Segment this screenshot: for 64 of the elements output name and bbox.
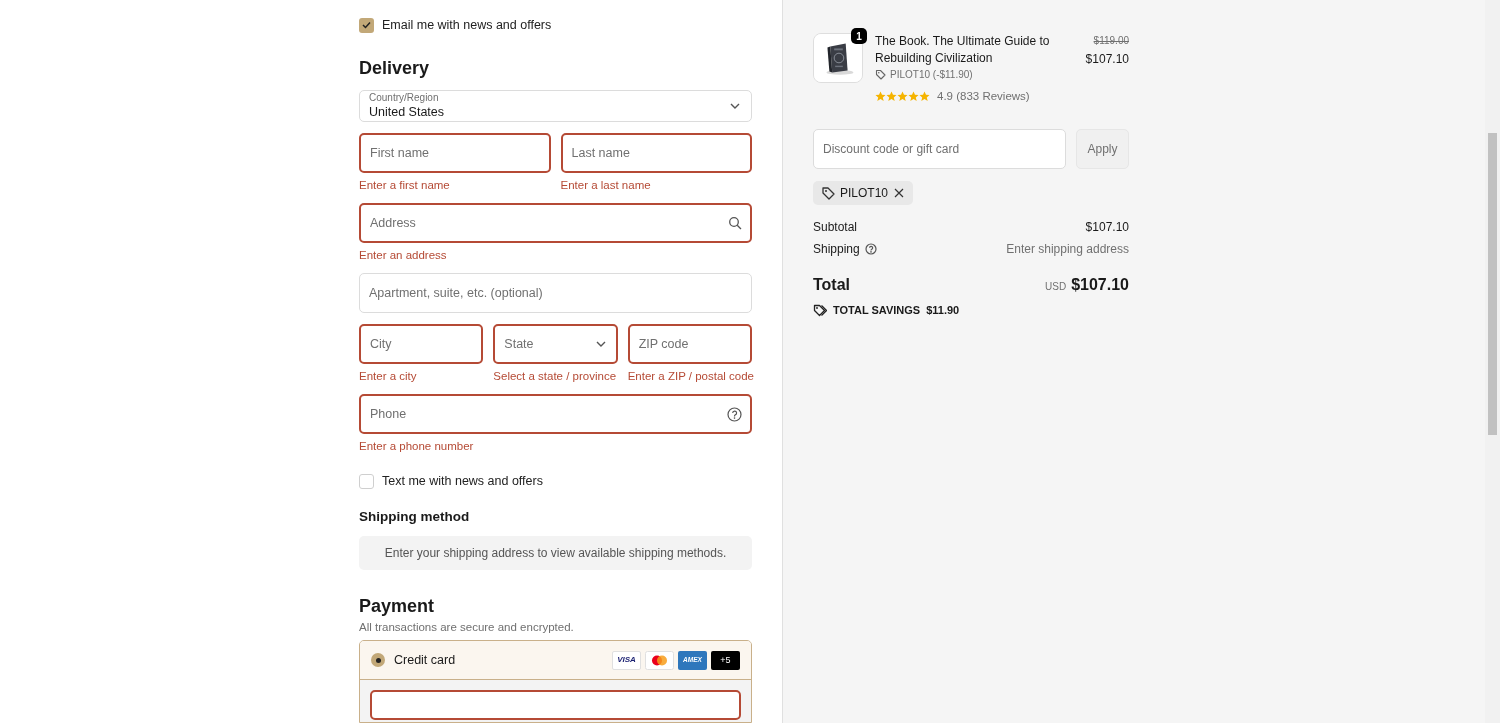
section-heading: Shipping method: [359, 508, 471, 527]
option-label: Credit card: [394, 652, 457, 669]
input-field[interactable]: ZIP code: [627, 324, 752, 365]
input-field[interactable]: First name: [359, 133, 551, 174]
savings-amount: $11.90: [926, 303, 960, 319]
star-icon: [886, 91, 897, 103]
error-message: Enter a first name: [359, 178, 451, 193]
currency-code: USD: [1045, 280, 1067, 295]
checkbox-label: Email me with news and offers: [382, 16, 552, 34]
section-heading: Payment: [359, 595, 436, 619]
info-message: Enter your shipping address to view available shipping methods.: [384, 545, 727, 563]
select-value: United States: [369, 104, 445, 121]
rating-text: 4.9 (833 Reviews): [937, 89, 1030, 104]
section-heading: Delivery: [359, 57, 431, 80]
scrollbar[interactable]: [1485, 0, 1500, 723]
error-message: Enter a city: [359, 369, 418, 384]
summary-label: Subtotal: [813, 219, 858, 237]
quantity-badge: 1: [851, 28, 867, 44]
chip-label: PILOT10: [840, 185, 889, 203]
help-icon: [864, 243, 877, 256]
error-message: Enter a ZIP / postal code: [627, 369, 752, 384]
checkbox[interactable]: [359, 473, 374, 489]
summary-label: Shipping: [813, 241, 860, 259]
apply-button[interactable]: Apply: [1076, 129, 1129, 170]
error-message: Enter a last name: [560, 178, 652, 193]
tag-icon: [875, 69, 886, 80]
error-message: Enter an address: [359, 248, 448, 263]
input-field[interactable]: Phone: [359, 394, 752, 435]
help-icon: [727, 407, 742, 423]
star-icon: [875, 91, 886, 103]
check-icon: [362, 21, 371, 29]
card-logo: [645, 650, 674, 670]
tags-icon: [813, 303, 827, 318]
star-icon: [908, 91, 919, 103]
original-price: $119.00: [1093, 34, 1129, 48]
section-subtitle: All transactions are secure and encrypted.: [359, 620, 575, 635]
input-field[interactable]: Address: [359, 203, 752, 244]
field-label: Country/Region: [369, 92, 440, 105]
scrollbar-thumb[interactable]: [1488, 133, 1497, 435]
star-icon: [897, 91, 908, 103]
input-field[interactable]: City: [359, 324, 484, 365]
total-amount: $107.10: [1071, 275, 1129, 296]
tag-icon: [821, 186, 835, 201]
card-logo: VISA: [612, 650, 641, 670]
checkbox[interactable]: [359, 17, 374, 33]
input-field[interactable]: [370, 690, 741, 721]
input-field[interactable]: Last name: [560, 133, 752, 174]
state-select[interactable]: State: [493, 324, 618, 365]
price: $107.10: [1085, 51, 1129, 68]
summary-value: $107.10: [1085, 219, 1129, 237]
error-message: Enter a phone number: [359, 439, 475, 454]
country-select[interactable]: Country/Region United States: [359, 90, 752, 123]
star-icon: [919, 91, 930, 103]
savings-label: TOTAL SAVINGS: [833, 303, 921, 319]
product-title: The Book. The Ultimate Guide to Rebuilding Civilization: [875, 33, 1051, 66]
search-icon: [728, 216, 742, 231]
summary-value: Enter shipping address: [1006, 241, 1129, 259]
checkbox-label: Text me with news and offers: [382, 472, 543, 490]
radio-button[interactable]: [371, 653, 385, 668]
discount-text: PILOT10 (-$11.90): [890, 68, 973, 82]
close-icon: [893, 187, 906, 200]
total-label: Total: [813, 275, 851, 296]
card-count: +5: [711, 650, 740, 670]
error-message: Select a state / province: [493, 369, 618, 384]
